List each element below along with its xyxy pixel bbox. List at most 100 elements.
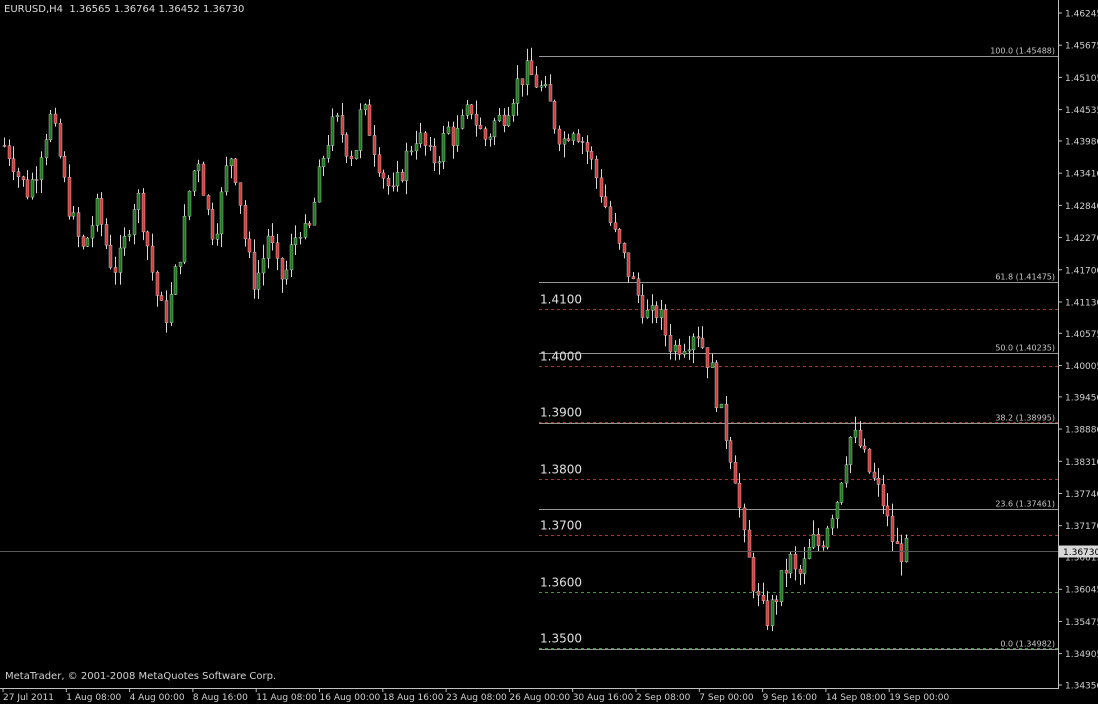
candle-bear [733, 462, 738, 484]
candle-bear [367, 104, 372, 136]
candle-bull [354, 150, 359, 159]
candle-bear [25, 179, 30, 198]
candle-bull [562, 138, 567, 145]
candle-bull [224, 165, 229, 193]
candle-bear [2, 145, 7, 147]
candle-bull [418, 132, 423, 144]
candle-bear [728, 440, 733, 463]
candle-bull [71, 212, 76, 217]
candle-bull [266, 235, 271, 259]
time-tick-label: 27 Jul 2011 [3, 693, 54, 703]
candle-bull [441, 133, 446, 162]
candle-bear [631, 276, 636, 279]
candle-bear [867, 448, 872, 473]
candle-bear [206, 195, 211, 210]
price-level-label: 1.3900 [540, 406, 582, 420]
candle-bear [275, 242, 280, 259]
candle-bull [835, 502, 840, 519]
time-tick-label: 18 Aug 16:00 [383, 693, 444, 703]
candle-bull [330, 116, 335, 146]
candle-bull [118, 247, 123, 273]
time-tick-label: 14 Sep 08:00 [826, 693, 886, 703]
candle-bear [520, 78, 525, 85]
candle-bull [284, 269, 289, 280]
time-tick-label: 8 Aug 16:00 [193, 693, 248, 703]
candle-bear [798, 568, 803, 574]
candle-bear [233, 158, 238, 183]
candle-bear [270, 235, 275, 243]
candle-bull [169, 294, 174, 323]
candle-bull [770, 599, 775, 626]
fib-level-label: 23.6 (1.37461) [995, 500, 1055, 509]
candle-bear [552, 100, 557, 130]
time-tick-label: 1 Aug 08:00 [66, 693, 121, 703]
candle-bull [853, 429, 858, 438]
price-tick-label: 1.36045 [1065, 586, 1098, 596]
price-chart[interactable]: 1.4100 1.4000 1.3900 1.3800 1.3700 1.3600 1.35… [0, 0, 1098, 704]
candle-bear [400, 172, 405, 181]
candle-bull [335, 115, 340, 118]
candle-bull [293, 237, 298, 245]
candle-bear [784, 570, 789, 574]
candle-bear [668, 335, 673, 352]
candle-bear [756, 590, 761, 596]
candle-bear [742, 507, 747, 531]
candle-bull [395, 172, 400, 187]
price-tick-label: 1.37170 [1065, 522, 1098, 532]
candle-bull [44, 139, 49, 158]
candle-bull [229, 158, 234, 166]
candle-bear [654, 305, 659, 318]
candle-bear [155, 272, 160, 296]
price-tick-label: 1.44535 [1065, 106, 1098, 116]
candle-bull [219, 191, 224, 235]
candle-bear [381, 172, 386, 179]
candle-bear [201, 163, 206, 196]
candle-bull [719, 403, 724, 409]
candle-bull [178, 261, 183, 267]
price-tick-label: 1.37740 [1065, 490, 1098, 500]
copyright-text: MetaTrader, © 2001-2008 MetaQuotes Softw… [5, 671, 277, 682]
time-tick-label: 26 Aug 00:00 [509, 693, 570, 703]
candle-bull [404, 150, 409, 181]
candle-bull [465, 104, 470, 116]
candle-bear [164, 300, 169, 323]
symbol-header: EURUSD,H4 1.36565 1.36764 1.36452 1.3673… [4, 4, 244, 15]
candle-bull [539, 85, 544, 88]
time-tick-label: 16 Aug 00:00 [320, 693, 381, 703]
candle-bear [862, 445, 867, 450]
candle-bear [280, 258, 285, 280]
candle-bull [446, 126, 451, 134]
candle-bear [534, 74, 539, 88]
candle-bear [589, 151, 594, 160]
fib-level-label: 0.0 (1.34982) [1000, 640, 1055, 649]
candle-bear [737, 482, 742, 509]
candle-bull [779, 570, 784, 602]
candle-bear [58, 123, 63, 157]
price-tick-label: 1.34905 [1065, 650, 1098, 660]
candle-bear [566, 138, 571, 141]
candle-bull [256, 272, 261, 290]
candle-bull [571, 133, 576, 141]
candle-bear [62, 155, 67, 178]
candle-bear [141, 192, 146, 233]
candle-bear [428, 145, 433, 147]
candle-bear [890, 515, 895, 542]
candle-bear [386, 178, 391, 187]
price-level-label: 1.3600 [540, 576, 582, 590]
candle-bull [321, 158, 326, 167]
candle-bull [95, 198, 100, 226]
candle-bear [238, 182, 243, 206]
candle-bear [210, 209, 215, 240]
candle-bear [876, 477, 881, 485]
candle-bear [793, 553, 798, 570]
price-tick-label: 1.42270 [1065, 234, 1098, 244]
candle-bear [705, 347, 710, 368]
candle-bull [682, 350, 687, 355]
symbol-timeframe: EURUSD,H4 [4, 4, 64, 15]
time-tick-label: 11 Aug 08:00 [256, 693, 317, 703]
candle-bull [455, 128, 460, 146]
candle-bull [192, 170, 197, 192]
candle-bull [409, 150, 414, 153]
candle-bull [811, 534, 816, 548]
candle-bear [159, 295, 164, 301]
